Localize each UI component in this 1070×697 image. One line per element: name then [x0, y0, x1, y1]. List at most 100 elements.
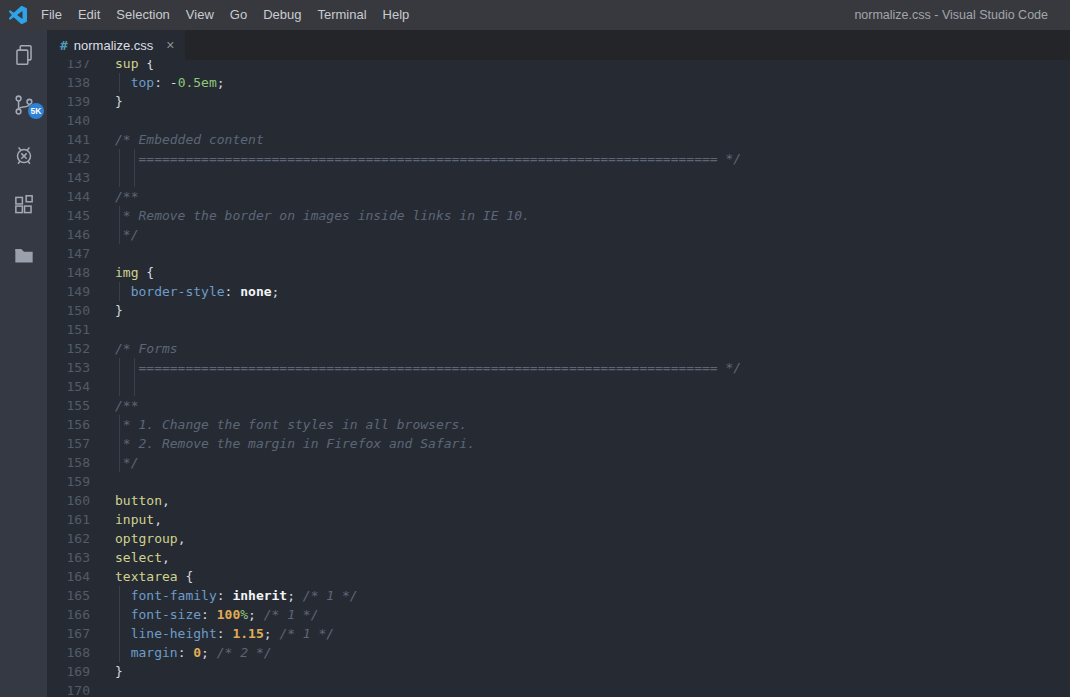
indent-guide [119, 643, 120, 662]
indent-guide [119, 624, 120, 643]
sidebar-item-source-control[interactable]: 5K [0, 80, 47, 130]
line-number: 167 [47, 624, 90, 643]
line-number: 164 [47, 567, 90, 586]
code-text: select, [115, 548, 170, 567]
code-line[interactable]: 163 select, [47, 548, 1070, 567]
line-number: 147 [47, 244, 90, 263]
code-line[interactable]: 146 */ [47, 225, 1070, 244]
code-text: font-family: inherit; /* 1 */ [115, 586, 358, 605]
tab-label: normalize.css [74, 38, 153, 53]
code-text: /** [115, 396, 138, 415]
code-line[interactable]: 167 line-height: 1.15; /* 1 */ [47, 624, 1070, 643]
line-number: 155 [47, 396, 90, 415]
code-line[interactable]: 159 [47, 472, 1070, 491]
menu-item-file[interactable]: File [33, 0, 70, 30]
indent-guide [119, 149, 120, 168]
code-line[interactable]: 148img { [47, 263, 1070, 282]
code-line[interactable]: 137sup { [47, 60, 1070, 73]
code-line[interactable]: 152/* Forms [47, 339, 1070, 358]
code-text: * 1. Change the font styles in all brows… [115, 415, 467, 434]
code-line[interactable]: 169} [47, 662, 1070, 681]
code-text: ========================================… [115, 149, 741, 168]
code-line[interactable]: 165 font-family: inherit; /* 1 */ [47, 586, 1070, 605]
code-line[interactable]: 155 /** [47, 396, 1070, 415]
line-number: 159 [47, 472, 90, 491]
code-text: line-height: 1.15; /* 1 */ [115, 624, 334, 643]
code-line[interactable]: 142 ====================================… [47, 149, 1070, 168]
code-line[interactable]: 164 textarea { [47, 567, 1070, 586]
line-number: 165 [47, 586, 90, 605]
code-line[interactable]: 161 input, [47, 510, 1070, 529]
code-line[interactable]: 166 font-size: 100%; /* 1 */ [47, 605, 1070, 624]
sidebar-item-folder[interactable] [0, 230, 47, 280]
line-number: 168 [47, 643, 90, 662]
code-text: top: -0.5em; [115, 73, 225, 92]
code-text: input, [115, 510, 162, 529]
menu-item-edit[interactable]: Edit [70, 0, 108, 30]
code-line[interactable]: 156 * 1. Change the font styles in all b… [47, 415, 1070, 434]
sidebar-item-explorer[interactable] [0, 30, 47, 80]
code-line[interactable]: 138 top: -0.5em; [47, 73, 1070, 92]
code-text: border-style: none; [115, 282, 279, 301]
menu-item-terminal[interactable]: Terminal [309, 0, 374, 30]
source-control-badge: 5K [28, 103, 44, 119]
menu-item-go[interactable]: Go [222, 0, 255, 30]
code-line[interactable]: 145 * Remove the border on images inside… [47, 206, 1070, 225]
code-line[interactable]: 162optgroup, [47, 529, 1070, 548]
code-line[interactable]: 139} [47, 92, 1070, 111]
explorer-icon [11, 42, 37, 68]
code-text: ========================================… [115, 358, 741, 377]
code-text: /* Embedded content [115, 130, 264, 149]
menu-item-help[interactable]: Help [375, 0, 418, 30]
line-number: 153 [47, 358, 90, 377]
debug-icon [11, 142, 37, 168]
title-bar: FileEditSelectionViewGoDebugTerminalHelp… [0, 0, 1070, 30]
code-text: */ [115, 225, 138, 244]
line-number: 137 [47, 60, 90, 73]
code-line[interactable]: 170 [47, 681, 1070, 697]
code-text: textarea { [115, 567, 193, 586]
code-line[interactable]: 157 * 2. Remove the margin in Firefox an… [47, 434, 1070, 453]
code-line[interactable]: 147 [47, 244, 1070, 263]
sidebar-item-debug[interactable] [0, 130, 47, 180]
code-text: img { [115, 263, 154, 282]
tab-bar: # normalize.css × [47, 30, 1070, 60]
indent-guide [119, 453, 120, 472]
menu-item-view[interactable]: View [178, 0, 222, 30]
tab-close-icon[interactable]: × [166, 37, 174, 53]
code-line[interactable]: 144/** [47, 187, 1070, 206]
tab-normalize-css[interactable]: # normalize.css × [47, 30, 185, 60]
code-line[interactable]: 150} [47, 301, 1070, 320]
code-line[interactable]: 151 [47, 320, 1070, 339]
code-line[interactable]: 168 margin: 0; /* 2 */ [47, 643, 1070, 662]
code-line[interactable]: 160button, [47, 491, 1070, 510]
line-number: 170 [47, 681, 90, 697]
code-line[interactable]: 141 /* Embedded content [47, 130, 1070, 149]
code-lines: 137sup {138 top: -0.5em;139}140141 /* Emb… [47, 60, 1070, 697]
indent-guide [119, 434, 120, 453]
code-line[interactable]: 149 border-style: none; [47, 282, 1070, 301]
code-line[interactable]: 143 [47, 168, 1070, 187]
line-number: 146 [47, 225, 90, 244]
line-number: 166 [47, 605, 90, 624]
sidebar-item-extensions[interactable] [0, 180, 47, 230]
code-line[interactable]: 154 [47, 377, 1070, 396]
line-number: 141 [47, 130, 90, 149]
line-number: 158 [47, 453, 90, 472]
line-number: 138 [47, 73, 90, 92]
code-line[interactable]: 140 [47, 111, 1070, 130]
code-line[interactable]: 153 ====================================… [47, 358, 1070, 377]
indent-guide [119, 282, 120, 301]
line-number: 149 [47, 282, 90, 301]
menu-item-selection[interactable]: Selection [108, 0, 177, 30]
line-number: 163 [47, 548, 90, 567]
line-number: 156 [47, 415, 90, 434]
code-editor[interactable]: 137sup {138 top: -0.5em;139}140141 /* Emb… [47, 60, 1070, 697]
line-number: 161 [47, 510, 90, 529]
vscode-logo-icon [9, 6, 27, 24]
indent-guide [119, 73, 120, 92]
menu-item-debug[interactable]: Debug [255, 0, 309, 30]
code-text: } [115, 662, 123, 681]
code-line[interactable]: 158 */ [47, 453, 1070, 472]
window-title: normalize.css - Visual Studio Code [854, 0, 1048, 30]
